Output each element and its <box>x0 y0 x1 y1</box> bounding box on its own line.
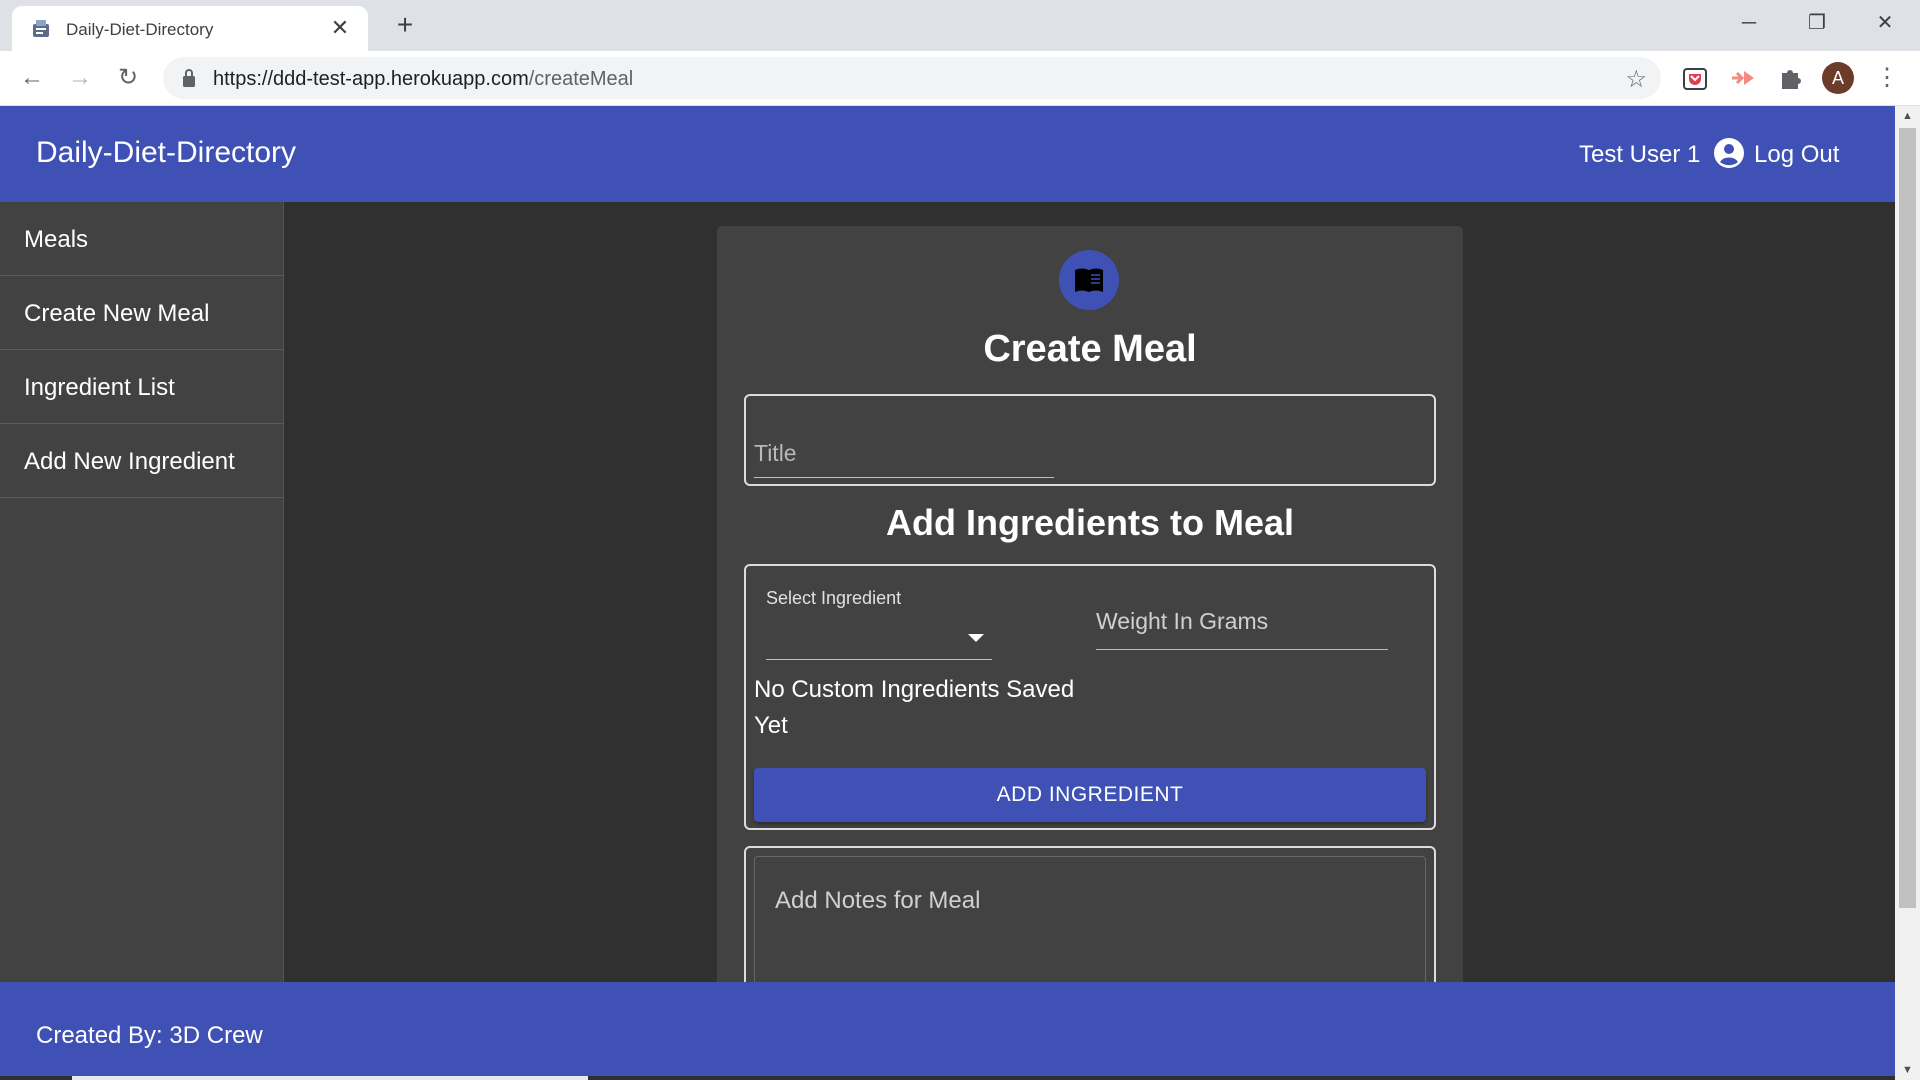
tab-close-icon[interactable]: ✕ <box>326 14 354 42</box>
dropdown-arrow-icon <box>968 634 984 642</box>
reload-icon[interactable]: ↻ <box>111 61 145 95</box>
lock-icon <box>183 69 195 87</box>
sidebar-item-create-new-meal[interactable]: Create New Meal <box>0 276 283 350</box>
menu-book-icon <box>1075 268 1103 292</box>
no-custom-ingredients-message: No Custom Ingredients Saved Yet <box>754 676 1075 739</box>
app-brand[interactable]: Daily-Diet-Directory <box>36 136 296 170</box>
back-arrow-icon[interactable]: ← <box>15 61 49 95</box>
window-minimize-icon[interactable]: ─ <box>1726 6 1772 40</box>
forward-arrow-icon[interactable]: → <box>63 61 97 95</box>
ingredient-select[interactable] <box>766 614 992 660</box>
select-ingredient-label: Select Ingredient <box>766 588 902 608</box>
bottom-edge-strip <box>0 1076 1895 1080</box>
add-ingredient-button[interactable]: ADD INGREDIENT <box>754 768 1426 822</box>
url-path: /createMeal <box>528 68 634 90</box>
scrollbar-thumb[interactable] <box>1899 128 1916 908</box>
app-favicon-icon <box>33 20 49 37</box>
logout-button[interactable]: Log Out <box>1754 141 1839 169</box>
app-header: Daily-Diet-Directory Test User 1 Log Out <box>0 106 1895 202</box>
footer-credit: Created By: 3D Crew <box>36 1022 263 1049</box>
browser-toolbar: ← → ↻ https://ddd-test-app.herokuapp.com… <box>0 51 1920 106</box>
window-close-icon[interactable]: ✕ <box>1862 6 1908 40</box>
window-restore-icon[interactable]: ❐ <box>1794 6 1840 40</box>
browser-menu-icon[interactable]: ⋮ <box>1874 63 1900 93</box>
ingredient-section: Select Ingredient Weight In Grams No Cus… <box>744 564 1436 830</box>
browser-tab-strip: Daily-Diet-Directory ✕ + ─ ❐ ✕ <box>0 0 1920 51</box>
address-bar[interactable]: https://ddd-test-app.herokuapp.com/creat… <box>163 57 1661 99</box>
create-meal-card: Create Meal Title Add Ingredients to Mea… <box>717 226 1463 1002</box>
weight-placeholder: Weight In Grams <box>1096 608 1269 634</box>
bookmark-star-icon[interactable]: ☆ <box>1625 65 1647 94</box>
page-scrollbar[interactable]: ▲ ▼ <box>1895 106 1920 1080</box>
extensions-puzzle-icon[interactable] <box>1776 63 1806 93</box>
page-viewport: Daily-Diet-Directory Test User 1 Log Out… <box>0 106 1920 1080</box>
app-footer: Created By: 3D Crew <box>0 982 1895 1080</box>
sidebar: Meals Create New Meal Ingredient List Ad… <box>0 202 284 1002</box>
notes-section: Add Notes for Meal <box>744 846 1436 1002</box>
account-circle-icon[interactable] <box>1713 137 1745 169</box>
sidebar-item-label: Create New Meal <box>24 300 210 327</box>
sidebar-item-add-new-ingredient[interactable]: Add New Ingredient <box>0 424 283 498</box>
title-section: Title <box>744 394 1436 486</box>
url-base: https://ddd-test-app.herokuapp.com <box>213 68 529 90</box>
title-input[interactable]: Title <box>754 426 1054 478</box>
weight-input[interactable]: Weight In Grams <box>1096 596 1388 650</box>
new-tab-icon[interactable]: + <box>390 10 420 40</box>
profile-avatar[interactable]: A <box>1822 62 1854 94</box>
title-placeholder: Title <box>754 440 797 466</box>
scroll-down-arrow-icon[interactable]: ▼ <box>1895 1060 1920 1080</box>
notes-placeholder: Add Notes for Meal <box>775 887 981 914</box>
pocket-extension-icon[interactable] <box>1680 63 1710 93</box>
sidebar-item-meals[interactable]: Meals <box>0 202 283 276</box>
sidebar-item-label: Meals <box>24 226 89 253</box>
page-title: Create Meal <box>983 328 1197 370</box>
sidebar-item-label: Add New Ingredient <box>24 448 235 475</box>
user-name: Test User 1 <box>1579 141 1701 168</box>
notes-textarea[interactable]: Add Notes for Meal <box>754 856 1426 1002</box>
tab-title: Daily-Diet-Directory <box>66 20 214 39</box>
sidebar-item-ingredient-list[interactable]: Ingredient List <box>0 350 283 424</box>
main-content: Create Meal Title Add Ingredients to Mea… <box>284 202 1895 1002</box>
url-text: https://ddd-test-app.herokuapp.com/creat… <box>213 68 633 91</box>
bottom-edge-segment <box>72 1076 588 1080</box>
browser-tab[interactable]: Daily-Diet-Directory ✕ <box>12 6 368 51</box>
ingredients-heading: Add Ingredients to Meal <box>885 502 1295 543</box>
sidebar-item-label: Ingredient List <box>24 374 175 401</box>
scroll-up-arrow-icon[interactable]: ▲ <box>1895 106 1920 126</box>
book-icon-avatar <box>1059 250 1119 310</box>
cast-extension-icon[interactable] <box>1728 63 1758 93</box>
